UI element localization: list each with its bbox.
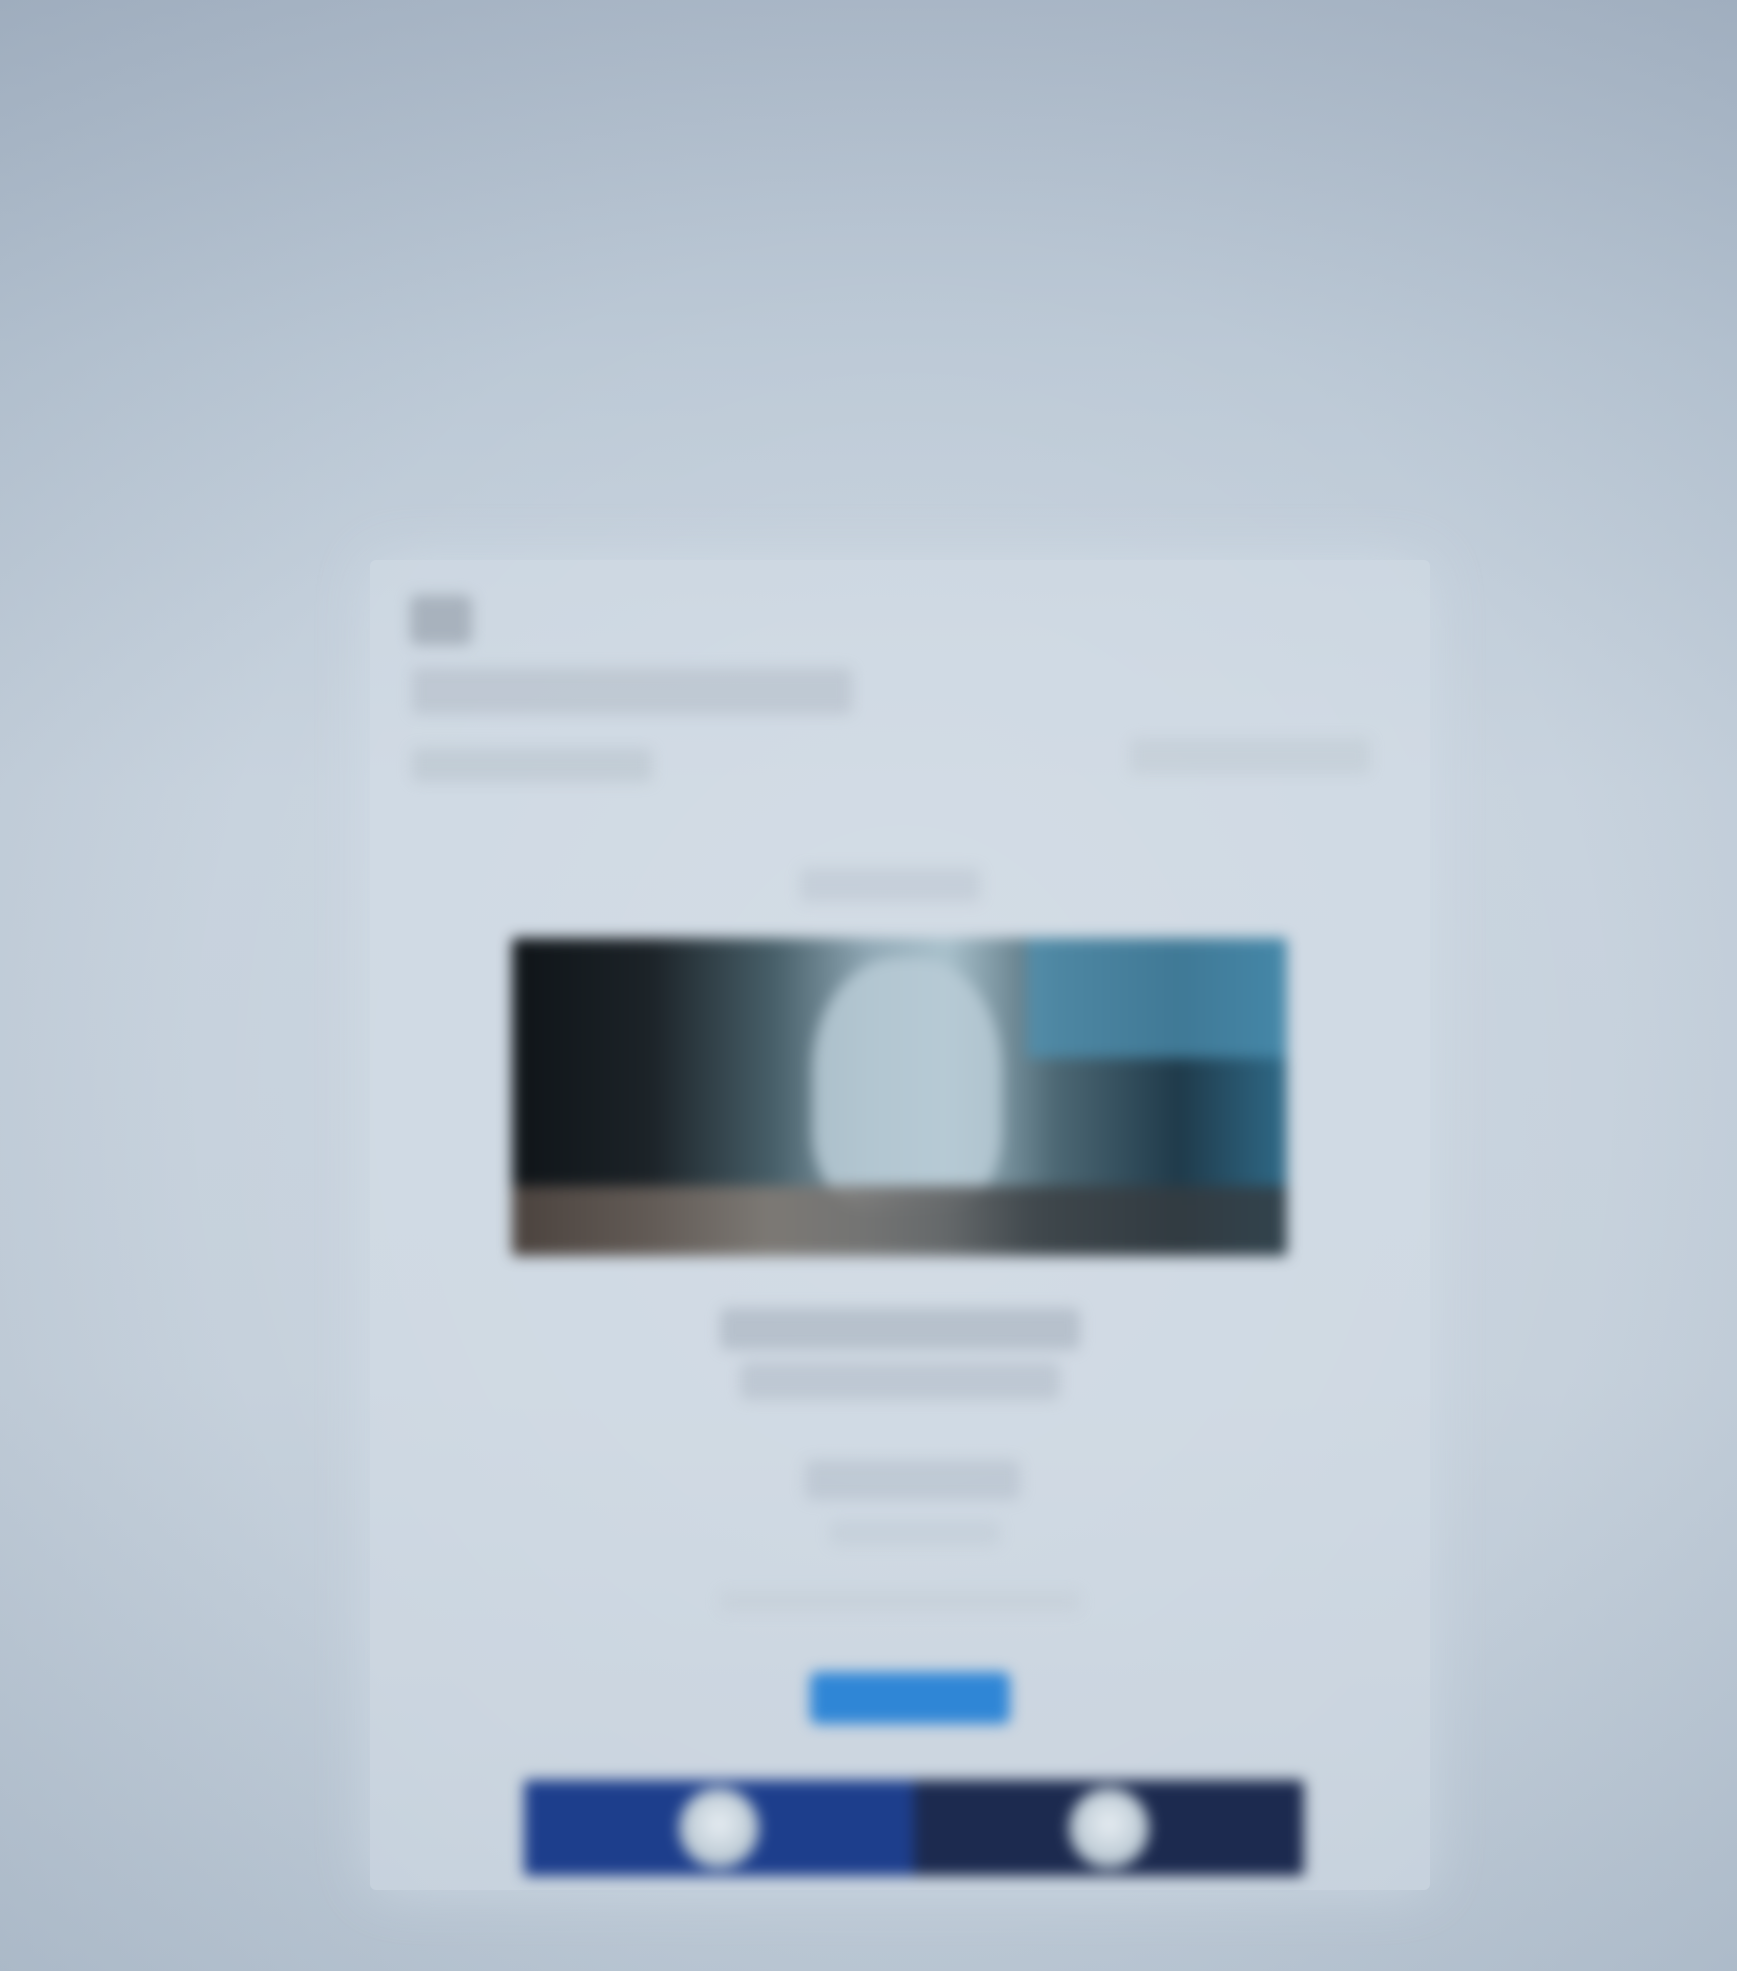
facebook-icon <box>679 1788 759 1868</box>
email-fine-print <box>720 1590 1080 1612</box>
email-preheader <box>800 868 980 902</box>
sender-email <box>412 748 652 782</box>
hero-sky <box>1027 938 1287 1058</box>
sent-date <box>1130 738 1370 774</box>
cta-button[interactable] <box>810 1672 1010 1724</box>
email-headline <box>720 1308 1080 1350</box>
hero-figure <box>812 958 1002 1208</box>
social-link-right[interactable] <box>914 1780 1304 1876</box>
sender-name <box>412 668 852 714</box>
social-links-bar <box>524 1780 1304 1876</box>
email-body-text-line-2 <box>830 1520 1000 1546</box>
sender-avatar <box>410 595 472 645</box>
social-link-left[interactable] <box>524 1780 914 1876</box>
hero-ground <box>512 1186 1287 1256</box>
email-headline-line-2 <box>740 1362 1060 1400</box>
twitter-icon <box>1069 1788 1149 1868</box>
email-body-text <box>805 1460 1020 1500</box>
hero-image <box>512 938 1287 1256</box>
